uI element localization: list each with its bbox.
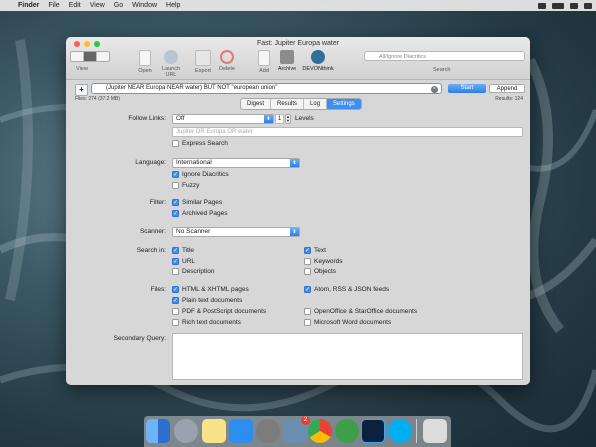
- express-search-checkbox[interactable]: Express Search: [172, 140, 228, 147]
- similar-pages-checkbox[interactable]: ✓ Similar Pages: [172, 199, 222, 206]
- archive-button[interactable]: Archive: [275, 50, 299, 72]
- tab-settings[interactable]: Settings: [327, 99, 361, 109]
- chevron-down-icon: ⬍: [290, 228, 299, 236]
- add-document-icon: [258, 50, 270, 66]
- pdf-postscript-checkbox[interactable]: PDF & PostScript documents: [172, 308, 266, 315]
- finder-dock-icon[interactable]: [146, 419, 170, 443]
- notification-badge: 2: [301, 416, 310, 425]
- search-in-label: Search in:: [136, 247, 166, 254]
- secondary-query-input[interactable]: [172, 333, 523, 380]
- fuzzy-checkbox[interactable]: Fuzzy: [172, 182, 199, 189]
- follow-pattern-input[interactable]: Jupiter OR Europa OR water: [172, 127, 523, 137]
- list-icon[interactable]: [584, 2, 592, 9]
- menu-view[interactable]: View: [90, 2, 105, 9]
- menu-help[interactable]: Help: [166, 2, 180, 9]
- launch-url-button[interactable]: Launch URL: [156, 50, 186, 78]
- levels-stepper[interactable]: ▲ ▼: [285, 114, 291, 124]
- export-button[interactable]: Export: [191, 50, 215, 74]
- archived-pages-checkbox[interactable]: ✓ Archived Pages: [172, 210, 228, 217]
- tab-log[interactable]: Log: [304, 99, 328, 109]
- chevron-down-icon: ⬍: [290, 159, 299, 167]
- query-input[interactable]: (Jupiter NEAR Europa NEAR water) BUT NOT…: [91, 83, 442, 94]
- search-in-url-checkbox[interactable]: ✓ URL: [172, 258, 195, 265]
- secondary-query-label: Secondary Query:: [113, 335, 166, 342]
- menu-edit[interactable]: Edit: [69, 2, 81, 9]
- devonthink-button[interactable]: DEVONthink: [301, 50, 335, 72]
- search-icon[interactable]: [570, 2, 578, 9]
- window-title: Fast: Jupiter Europa water: [256, 40, 340, 47]
- start-button[interactable]: Start: [448, 84, 486, 93]
- menu-bar: Finder File Edit View Go Window Help: [0, 0, 596, 11]
- view-label: View: [76, 66, 88, 72]
- chrome-dock-icon[interactable]: [308, 419, 332, 443]
- language-popup[interactable]: International ⬍: [172, 158, 300, 168]
- title-bar: Fast: Jupiter Europa water View Open Lau…: [66, 37, 530, 80]
- toolbar-search-input[interactable]: All/Ignore Diacritics: [364, 51, 525, 61]
- search-in-title-checkbox[interactable]: ✓ Title: [172, 247, 194, 254]
- evernote-dock-icon[interactable]: [335, 419, 359, 443]
- devonthink-icon: [311, 50, 325, 64]
- ignore-diacritics-checkbox[interactable]: ✓ Ignore Diacritics: [172, 171, 229, 178]
- filter-label: Filter:: [149, 199, 166, 206]
- app-store-dock-icon[interactable]: [229, 419, 253, 443]
- photoshop-dock-icon[interactable]: [361, 419, 385, 443]
- view-tabs: Digest Results Log Settings: [240, 98, 362, 110]
- tab-digest[interactable]: Digest: [241, 99, 272, 109]
- search-in-keywords-checkbox[interactable]: Keywords: [304, 258, 343, 265]
- html-pages-checkbox[interactable]: ✓ HTML & XHTML pages: [172, 286, 249, 293]
- battery-icon[interactable]: [552, 2, 564, 9]
- search-in-description-checkbox[interactable]: Description: [172, 268, 215, 275]
- query-text: (Jupiter NEAR Europa NEAR water) BUT NOT…: [106, 85, 278, 91]
- levels-label: Levels: [295, 115, 314, 122]
- append-button[interactable]: Append: [489, 84, 525, 93]
- search-in-text-checkbox[interactable]: ✓ Text: [304, 247, 326, 254]
- skype-dock-icon[interactable]: [388, 419, 412, 443]
- tab-results[interactable]: Results: [271, 99, 305, 109]
- delete-icon: [220, 50, 234, 64]
- menu-go[interactable]: Go: [114, 2, 123, 9]
- chevron-down-icon: ⬍: [264, 115, 273, 123]
- plain-text-checkbox[interactable]: ✓ Plain text documents: [172, 297, 242, 304]
- document-icon: [139, 50, 151, 66]
- scanner-popup[interactable]: No Scanner ⬍: [172, 227, 300, 237]
- follow-links-label: Follow Links:: [128, 115, 166, 122]
- trash-dock-icon[interactable]: [423, 419, 447, 443]
- open-button[interactable]: Open: [134, 50, 156, 74]
- language-label: Language:: [135, 159, 166, 166]
- files-count: Files: 274 (37.2 MB): [75, 96, 121, 102]
- search-in-objects-checkbox[interactable]: Objects: [304, 268, 336, 275]
- menu-file[interactable]: File: [48, 2, 59, 9]
- system-preferences-dock-icon[interactable]: [256, 419, 280, 443]
- search-label: Search: [433, 67, 451, 73]
- levels-field[interactable]: 1: [275, 114, 284, 124]
- view-segmented-control[interactable]: [70, 51, 110, 62]
- delete-button[interactable]: Delete: [215, 50, 239, 72]
- atom-feeds-checkbox[interactable]: ✓ Atom, RSS & JSON feeds: [304, 286, 389, 293]
- notes-dock-icon[interactable]: [202, 419, 226, 443]
- follow-links-popup[interactable]: Off ⬍: [172, 114, 274, 124]
- launchpad-dock-icon[interactable]: [174, 419, 198, 443]
- clear-query-icon[interactable]: ×: [431, 85, 438, 93]
- files-label: Files:: [150, 286, 166, 293]
- preview-dock-icon[interactable]: 2: [283, 416, 310, 443]
- dock: 2: [144, 416, 451, 447]
- menu-finder[interactable]: Finder: [18, 2, 39, 9]
- results-count: Results: 124: [495, 96, 523, 102]
- menu-window[interactable]: Window: [132, 2, 157, 9]
- status-icons: [538, 0, 592, 11]
- add-query-button[interactable]: +: [75, 84, 88, 96]
- wifi-icon[interactable]: [538, 2, 546, 9]
- globe-icon: [164, 50, 178, 64]
- archive-icon: [280, 50, 294, 64]
- rich-text-checkbox[interactable]: Rich text documents: [172, 319, 241, 326]
- word-documents-checkbox[interactable]: Microsoft Word documents: [304, 319, 391, 326]
- add-button[interactable]: Add: [254, 50, 274, 74]
- scanner-label: Scanner:: [139, 228, 166, 235]
- openoffice-checkbox[interactable]: OpenOffice & StarOffice documents: [304, 308, 417, 315]
- export-icon: [195, 50, 211, 66]
